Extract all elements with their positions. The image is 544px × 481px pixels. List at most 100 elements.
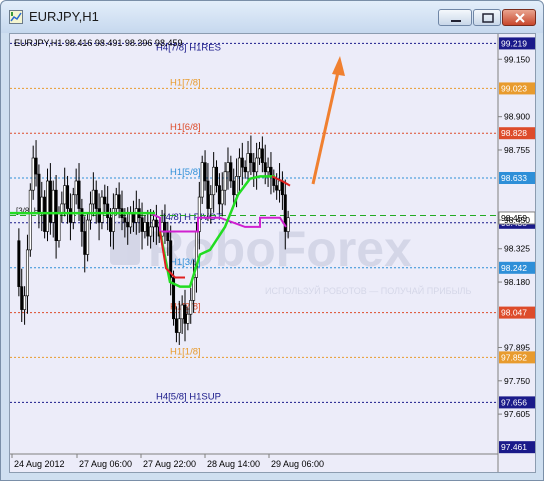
candle-body (243, 166, 247, 173)
price-tick-label: 98.755 (504, 145, 530, 155)
time-tick-label: 29 Aug 06:00 (271, 459, 324, 469)
candle-body (48, 180, 52, 223)
candle-body (71, 194, 75, 223)
candle-body (186, 313, 190, 324)
candle-body (217, 185, 221, 205)
candle-body (174, 318, 178, 333)
candle-body (166, 231, 170, 242)
candle-body (74, 180, 78, 196)
candle-body (66, 185, 70, 209)
candle-body (51, 189, 55, 223)
candle-body (237, 157, 241, 177)
candle-body (266, 166, 270, 173)
candle-body (252, 162, 256, 173)
candle-body (77, 180, 81, 209)
maximize-button[interactable] (473, 9, 501, 26)
price-tick-label: 98.450 (504, 215, 530, 225)
close-icon (515, 13, 525, 23)
candle-body (117, 194, 121, 209)
candle-body (206, 180, 210, 209)
candle-body (106, 203, 110, 219)
price-level-value: 97.656 (501, 397, 527, 407)
minimize-button[interactable] (438, 9, 472, 26)
candle-body (28, 189, 32, 251)
price-level-label: H1[1/8] (170, 346, 201, 357)
candle-body (263, 162, 267, 173)
price-tick-label: 97.895 (504, 343, 530, 353)
candle-body (149, 226, 153, 237)
price-level-value: 99.219 (501, 38, 527, 48)
candle-body (91, 189, 95, 205)
price-level-label: H1[5/8] (170, 167, 201, 178)
close-button[interactable] (502, 9, 536, 26)
candle-body (278, 180, 282, 191)
price-level-value: 98.633 (501, 173, 527, 183)
candle-body (269, 166, 273, 177)
candle-body (240, 157, 244, 168)
price-tick-label: 98.180 (504, 277, 530, 287)
candle-body (25, 249, 29, 297)
candle-body (286, 217, 290, 232)
price-level-value: 98.047 (501, 308, 527, 318)
candle-body (134, 208, 138, 223)
candle-body (57, 212, 61, 242)
minimize-icon (451, 20, 461, 22)
candle-body (60, 203, 64, 214)
candle-body (100, 196, 104, 223)
candle-body (220, 189, 224, 205)
candle-body (249, 153, 253, 163)
chart-app-icon (9, 10, 23, 24)
candle-body (129, 212, 133, 228)
price-tick-label: 97.750 (504, 376, 530, 386)
candle-body (183, 304, 187, 324)
price-chart[interactable]: RoboForex ИСПОЛЬЗУЙ РОБОТОВ — ПОЛУЧАЙ ПР… (10, 34, 536, 472)
chart-window: EURJPY,H1 RoboForex ИСПОЛЬЗУЙ РОБОТОВ — … (0, 0, 544, 481)
price-tick-label: 97.605 (504, 409, 530, 419)
candle-body (123, 217, 127, 223)
maximize-icon (482, 13, 494, 23)
candle-body (154, 219, 158, 228)
candle-body (37, 173, 41, 214)
time-tick-label: 24 Aug 2012 (14, 459, 65, 469)
candle-body (246, 153, 250, 173)
candle-body (40, 196, 44, 214)
price-level-value: 98.828 (501, 128, 527, 138)
price-tick-label: 98.325 (504, 244, 530, 254)
candle-body (189, 300, 193, 315)
candle-body (229, 162, 233, 182)
price-axis: 99.150 98.900 98.755 98.450 98.325 98.180 97.8… (498, 54, 530, 419)
title-bar[interactable]: EURJPY,H1 (1, 1, 543, 33)
time-tick-label: 28 Aug 14:00 (207, 459, 260, 469)
candle-body (131, 212, 135, 223)
candle-body (20, 286, 24, 310)
candle-body (114, 194, 118, 209)
candle-body (63, 185, 67, 205)
price-level-value: 97.852 (501, 352, 527, 362)
bottom-price-value: 97.461 (501, 442, 527, 452)
candle-body (212, 166, 216, 196)
candle-body (97, 208, 101, 223)
candle-body (86, 219, 90, 255)
candle-body (103, 196, 107, 205)
candle-body (54, 189, 58, 242)
candle-body (260, 148, 264, 163)
candle-body (200, 162, 204, 198)
candle-body (235, 176, 239, 196)
candle-body (31, 157, 35, 191)
candle-body (83, 231, 87, 255)
price-level-label: H4[5/8] H1SUP (156, 391, 221, 402)
watermark-brand: RoboForex (148, 221, 412, 277)
candle-body (180, 304, 184, 320)
candle-body (280, 180, 284, 196)
candle-body (109, 217, 113, 232)
candle-body (223, 171, 227, 191)
chart-area[interactable]: RoboForex ИСПОЛЬЗУЙ РОБОТОВ — ПОЛУЧАЙ ПР… (9, 33, 536, 473)
price-tick-label: 98.900 (504, 112, 530, 122)
price-level-value: 98.242 (501, 263, 527, 273)
window-title: EURJPY,H1 (29, 9, 99, 24)
candle-body (152, 219, 156, 228)
candle-body (46, 180, 50, 232)
price-level-label: H1[6/8] (170, 122, 201, 133)
candle-body (23, 295, 27, 310)
candle-body (177, 318, 181, 333)
